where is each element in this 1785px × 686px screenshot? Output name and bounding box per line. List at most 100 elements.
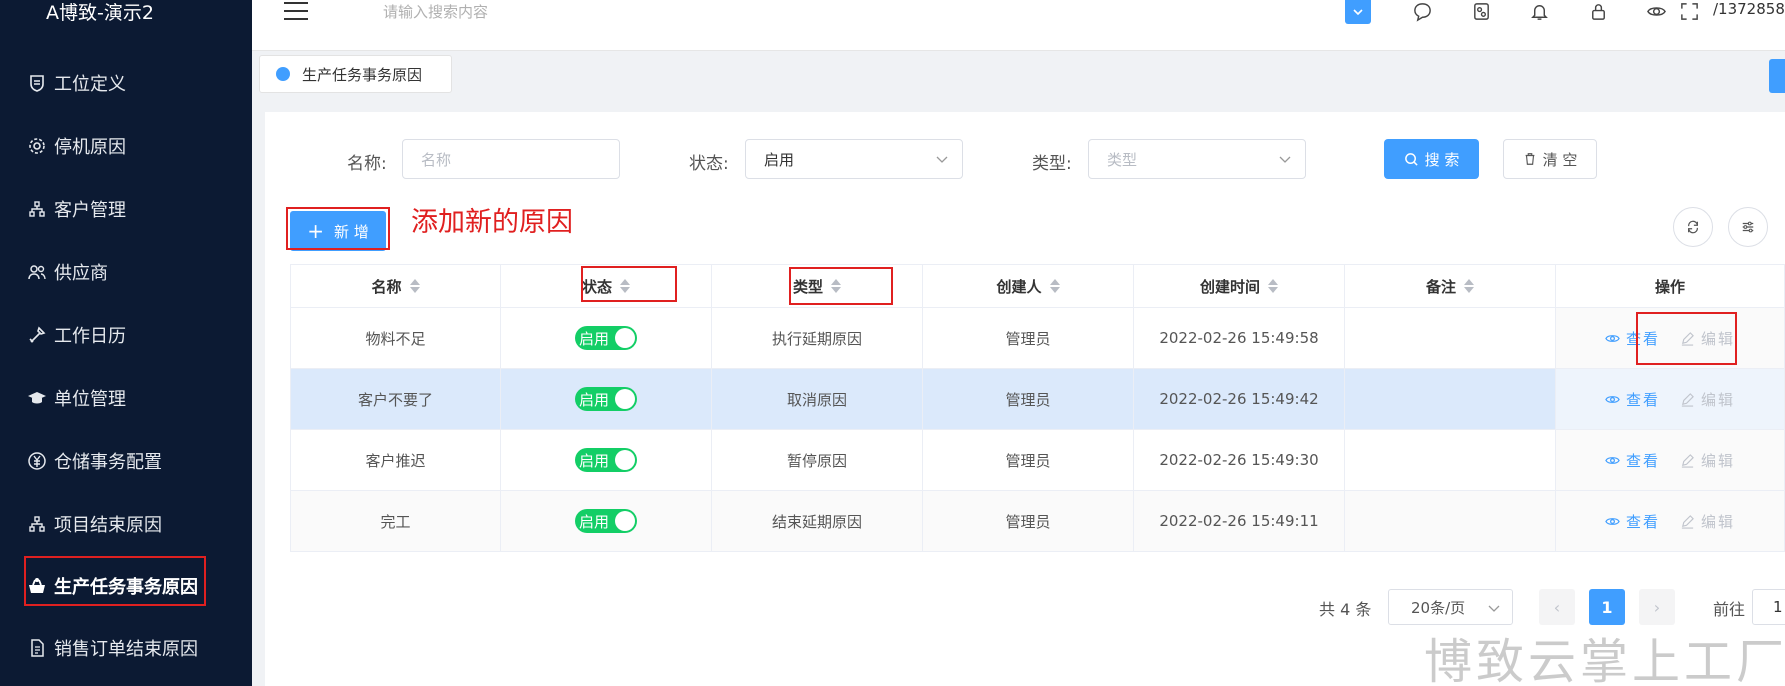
table-row[interactable]: 客户不要了 启用 取消原因 管理员 2022-02-26 15:49:42 查看… (290, 369, 1785, 430)
status-toggle[interactable]: 启用 (575, 448, 637, 472)
sidebar-item-units[interactable]: 单位管理 (26, 378, 126, 418)
filter-status-select[interactable]: 启用 (745, 139, 963, 179)
edit-button[interactable]: 编辑 (1680, 511, 1735, 532)
sidebar-item-project-end-reason[interactable]: 项目结束原因 (26, 504, 162, 544)
col-header-created-time[interactable]: 创建时间 (1134, 265, 1345, 307)
cell-type: 取消原因 (712, 369, 923, 429)
sidebar-item-work-calendar[interactable]: 工作日历 (26, 315, 126, 355)
cell-type: 执行延期原因 (712, 308, 923, 368)
goto-page-input[interactable]: 1 (1752, 589, 1785, 625)
col-header-remark[interactable]: 备注 (1345, 265, 1556, 307)
edit-button[interactable]: 编辑 (1680, 450, 1735, 471)
sidebar-item-label: 工位定义 (54, 74, 126, 95)
col-header-name[interactable]: 名称 (290, 265, 501, 307)
view-label: 查看 (1625, 512, 1660, 531)
sidebar-item-label: 销售订单结束原因 (54, 639, 198, 660)
sidebar-item-label: 仓储事务配置 (54, 452, 162, 473)
app-brand: A博致-演示2 (46, 2, 154, 24)
page-size-select[interactable]: 20条/页 (1388, 589, 1513, 625)
users-icon (26, 261, 48, 283)
sort-icon[interactable] (1464, 279, 1474, 293)
chevron-right-icon: › (1653, 597, 1661, 617)
sidebar-item-label: 项目结束原因 (54, 515, 162, 536)
tab-label: 生产任务事务原因 (302, 65, 423, 84)
filter-name-input[interactable]: 名称 (402, 139, 620, 179)
bell-icon[interactable] (1527, 0, 1551, 22)
table-row[interactable]: 物料不足 启用 执行延期原因 管理员 2022-02-26 15:49:58 查… (290, 308, 1785, 369)
tab-scroll-button[interactable] (1769, 59, 1785, 93)
cell-remark (1345, 308, 1556, 368)
header-label: 备注 (1425, 277, 1456, 296)
gear-icon (26, 135, 48, 157)
sidebar-item-workstation[interactable]: 工位定义 (26, 63, 126, 103)
toggle-label: 启用 (579, 329, 610, 348)
watermark: 博致云掌上工厂 (1424, 634, 1785, 686)
refresh-button[interactable] (1673, 207, 1713, 247)
cell-actions: 查看 编辑 (1556, 430, 1785, 490)
shield-icon (26, 72, 48, 94)
placeholder-text: 类型 (1107, 150, 1138, 169)
edit-label: 编辑 (1701, 390, 1736, 409)
status-toggle[interactable]: 启用 (575, 387, 637, 411)
tools-icon (26, 324, 48, 346)
prev-page-button[interactable]: ‹ (1539, 589, 1575, 625)
cell-created-time: 2022-02-26 15:49:30 (1134, 430, 1345, 490)
col-header-actions: 操作 (1556, 265, 1785, 307)
clear-button[interactable]: 清 空 (1503, 139, 1597, 179)
search-button[interactable]: 搜 索 (1384, 139, 1479, 179)
pagination-total: 共 4 条 (1319, 600, 1372, 619)
sidebar-item-label: 单位管理 (54, 389, 126, 410)
view-button[interactable]: 查看 (1605, 450, 1660, 471)
page-number-button[interactable]: 1 (1589, 589, 1625, 625)
sidebar-item-downtime[interactable]: 停机原因 (26, 126, 126, 166)
sort-icon[interactable] (1268, 279, 1278, 293)
cell-created-time: 2022-02-26 15:49:58 (1134, 308, 1345, 368)
chevron-down-icon (936, 156, 948, 163)
tab-production-task-reason[interactable]: 生产任务事务原因 (259, 55, 452, 93)
global-search-input[interactable] (383, 0, 683, 24)
sidebar-item-label: 客户管理 (54, 200, 126, 221)
cell-remark (1345, 491, 1556, 551)
view-button[interactable]: 查看 (1605, 511, 1660, 532)
sidebar-item-suppliers[interactable]: 供应商 (26, 252, 108, 292)
sort-icon[interactable] (409, 279, 420, 293)
cell-status: 启用 (501, 308, 712, 368)
sidebar-item-customers[interactable]: 客户管理 (26, 189, 126, 229)
search-icon (1404, 152, 1418, 166)
col-header-creator[interactable]: 创建人 (923, 265, 1134, 307)
cell-status: 启用 (501, 430, 712, 490)
eye-icon (1605, 517, 1620, 525)
cell-type: 结束延期原因 (712, 491, 923, 551)
status-toggle[interactable]: 启用 (575, 326, 637, 350)
hamburger-menu-icon[interactable] (284, 2, 308, 22)
next-page-button[interactable]: › (1639, 589, 1675, 625)
eye-icon[interactable] (1644, 0, 1668, 22)
org-tree-icon (26, 198, 48, 220)
view-button[interactable]: 查看 (1605, 389, 1660, 410)
table-row[interactable]: 客户推迟 启用 暂停原因 管理员 2022-02-26 15:49:30 查看 … (290, 430, 1785, 491)
pencil-icon (1681, 514, 1694, 529)
filter-type-select[interactable]: 类型 (1088, 139, 1306, 179)
main-card: 名称: 名称 状态: 启用 类型: 类型 搜 索 清 空 + 新 增 添加新的原… (265, 112, 1785, 686)
clear-button-label: 清 空 (1542, 150, 1578, 169)
header-label: 创建人 (996, 277, 1042, 296)
chat-icon[interactable] (1410, 0, 1434, 22)
fullscreen-icon[interactable] (1677, 0, 1701, 22)
status-toggle[interactable]: 启用 (575, 509, 637, 533)
yuan-icon (26, 450, 48, 472)
cell-actions: 查看 编辑 (1556, 369, 1785, 429)
cell-name: 完工 (290, 491, 501, 551)
table-row[interactable]: 完工 启用 结束延期原因 管理员 2022-02-26 15:49:11 查看 … (290, 491, 1785, 552)
column-settings-button[interactable] (1728, 207, 1768, 247)
chevron-down-icon[interactable] (1345, 0, 1371, 24)
sidebar-item-warehouse-config[interactable]: 仓储事务配置 (26, 441, 162, 481)
settings-sliders-icon[interactable] (1469, 0, 1493, 22)
sidebar-item-sales-order-end-reason[interactable]: 销售订单结束原因 (26, 628, 198, 668)
header-label: 操作 (1654, 277, 1685, 296)
highlight-box-status-header (581, 266, 677, 302)
chevron-down-icon (1488, 605, 1500, 612)
sort-icon[interactable] (1049, 279, 1060, 293)
edit-button[interactable]: 编辑 (1680, 389, 1735, 410)
user-account[interactable]: /13728588 (1713, 0, 1785, 18)
lock-icon[interactable] (1586, 0, 1610, 22)
